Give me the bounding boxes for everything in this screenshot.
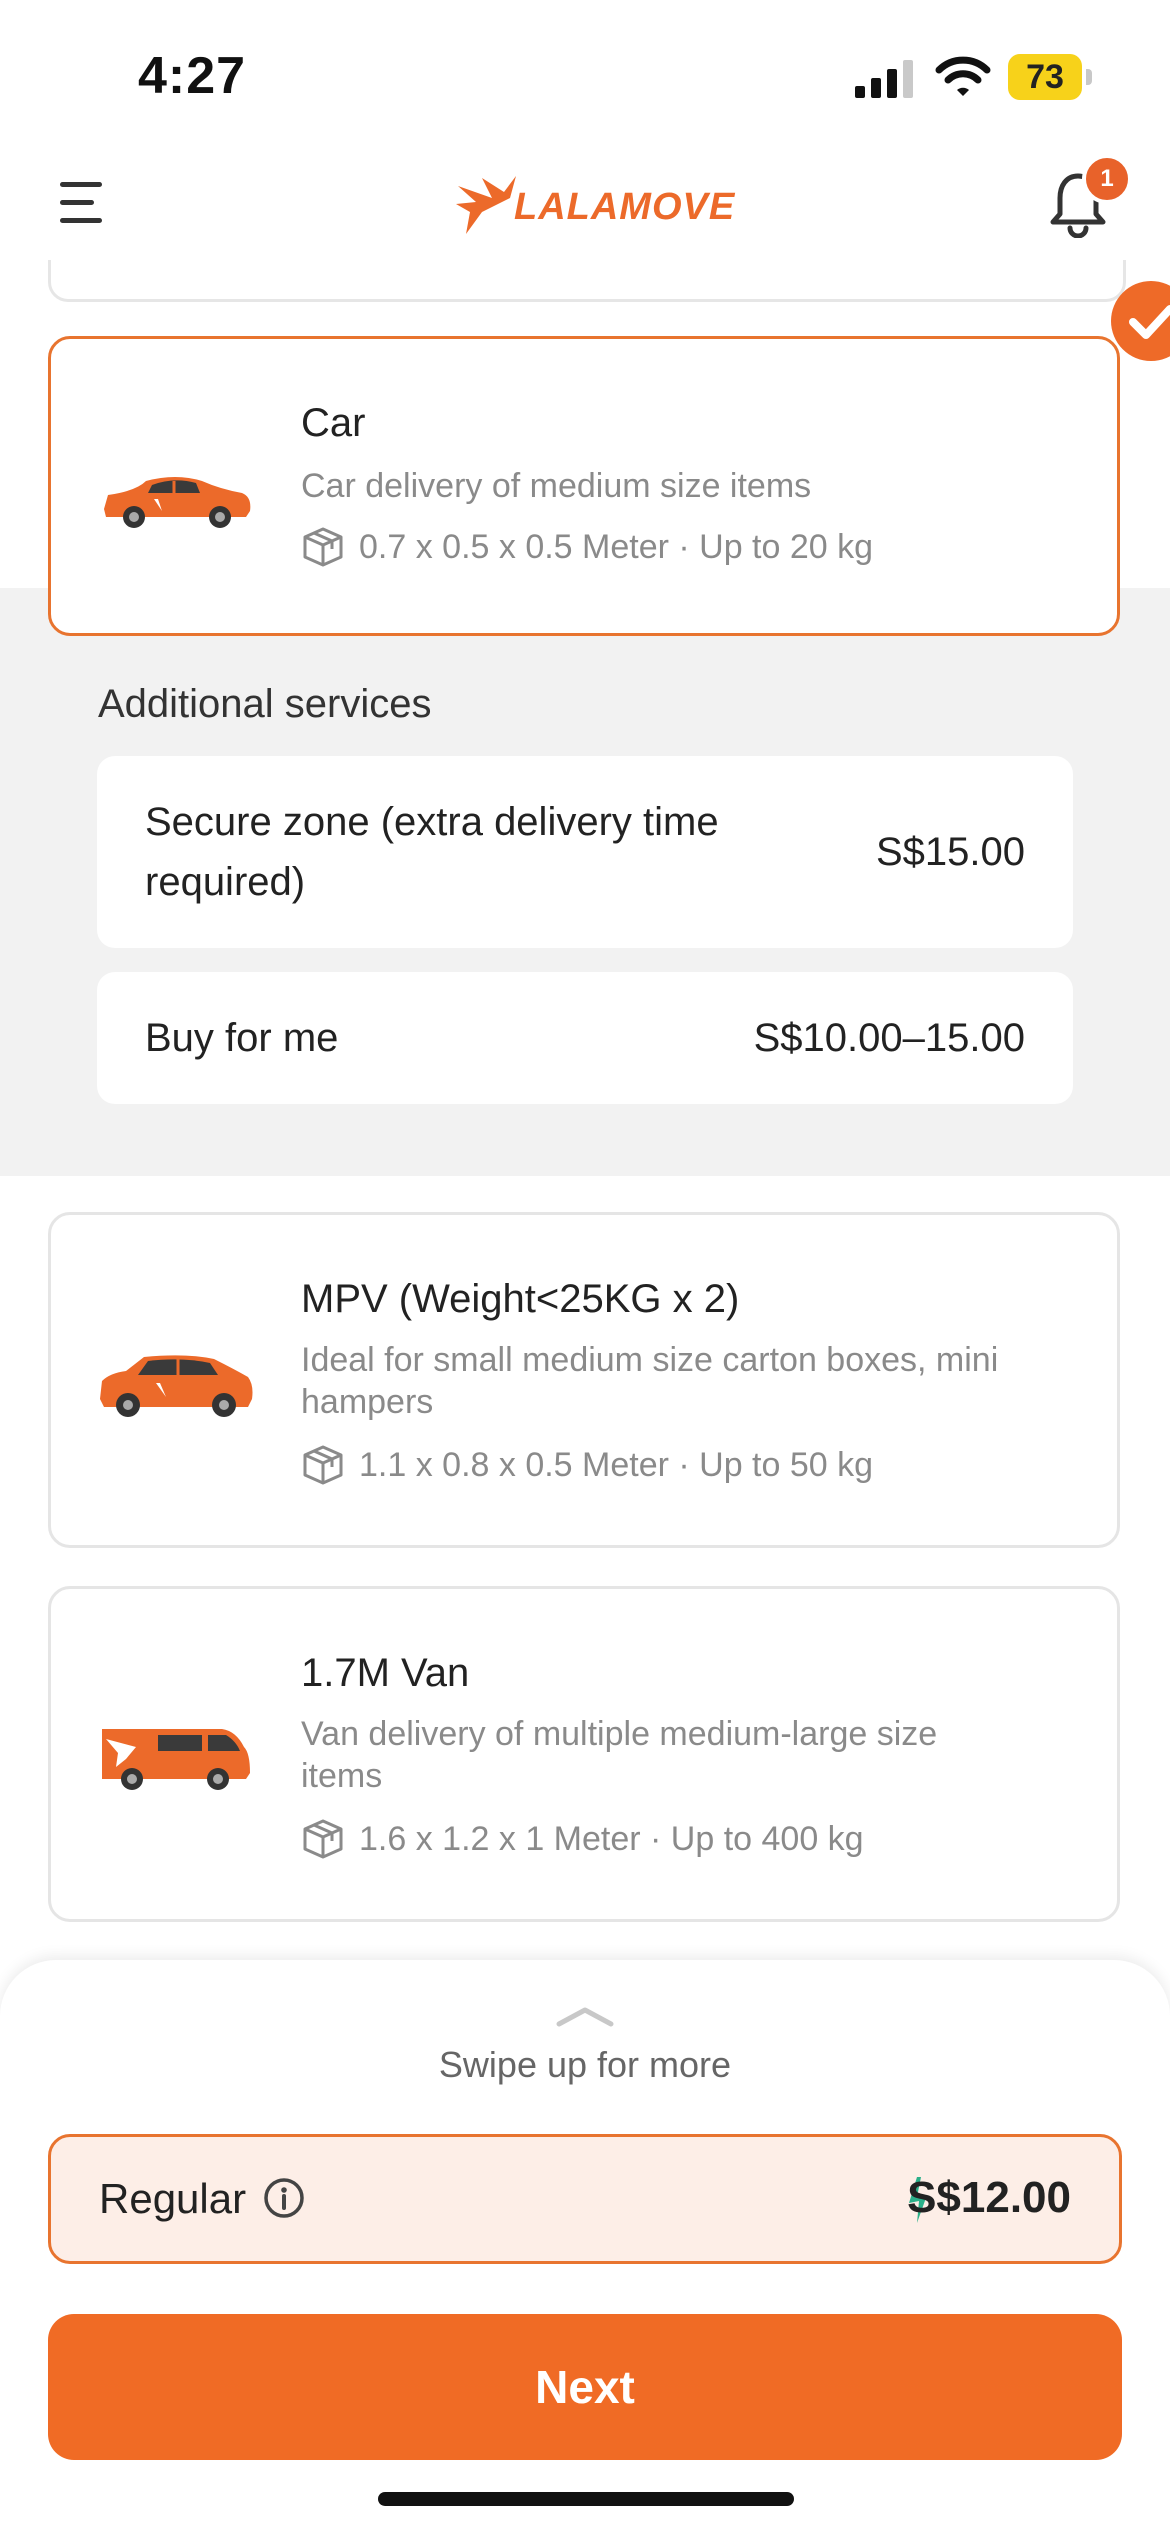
chevron-up-icon[interactable] <box>555 2004 615 2028</box>
lalamove-logo: LALAMOVE <box>452 162 736 242</box>
vehicle-list[interactable]: Car Car delivery of medium size items 0.… <box>0 260 1170 1960</box>
next-button[interactable]: Next <box>48 2314 1122 2460</box>
menu-icon[interactable] <box>60 180 106 224</box>
vehicle-card-van[interactable]: 1.7M Van Van delivery of multiple medium… <box>48 1586 1120 1922</box>
service-price: S$10.00–15.00 <box>753 1016 1025 1060</box>
vehicle-description: Car delivery of medium size items <box>301 467 812 505</box>
battery-level: 73 <box>1026 58 1064 96</box>
vehicle-spec: 0.7 x 0.5 x 0.5 Meter · Up to 20 kg <box>301 525 873 569</box>
option-price: S$12.00 <box>907 2173 1071 2222</box>
vehicle-card-car[interactable]: Car Car delivery of medium size items 0.… <box>48 281 1170 636</box>
box-icon <box>303 1819 343 1859</box>
service-label: Secure zone (extra delivery time require… <box>145 800 719 904</box>
home-indicator <box>378 2492 794 2506</box>
vehicle-spec-text: 1.6 x 1.2 x 1 Meter · Up to 400 kg <box>359 1819 864 1858</box>
app-header: LALAMOVE 1 <box>0 140 1170 260</box>
service-label: Buy for me <box>145 1016 339 1060</box>
selected-check-icon <box>1111 281 1170 361</box>
box-icon <box>303 527 343 567</box>
bottom-sheet[interactable]: Swipe up for more Regular S$12.00 Next <box>0 1960 1170 2532</box>
swipe-hint: Swipe up for more <box>438 2044 732 2085</box>
vehicle-card-partial[interactable] <box>48 260 1126 302</box>
vehicle-spec: 1.6 x 1.2 x 1 Meter · Up to 400 kg <box>301 1817 864 1861</box>
service-secure-zone[interactable]: Secure zone (extra delivery time require… <box>97 756 1073 948</box>
option-label: Regular <box>99 2175 247 2222</box>
van-image <box>102 1729 250 1790</box>
mpv-image <box>100 1355 253 1417</box>
logo-text: LALAMOVE <box>514 186 736 228</box>
vehicle-spec: 1.1 x 0.8 x 0.5 Meter · Up to 50 kg <box>301 1443 873 1487</box>
vehicle-title: 1.7M Van <box>301 1651 470 1695</box>
logo-bird-icon <box>456 176 516 234</box>
service-buy-for-me[interactable]: Buy for me S$10.00–15.00 <box>97 972 1073 1104</box>
battery-indicator: 73 <box>1008 54 1092 100</box>
vehicle-title: Car <box>301 401 366 445</box>
vehicle-description: Ideal for small medium size carton boxes… <box>301 1341 999 1421</box>
additional-services-title: Additional services <box>98 682 432 726</box>
vehicle-description: Van delivery of multiple medium-large si… <box>301 1715 938 1795</box>
notification-badge: 1 <box>1082 154 1132 204</box>
service-price: S$15.00 <box>875 830 1025 874</box>
vehicle-spec-text: 0.7 x 0.5 x 0.5 Meter · Up to 20 kg <box>359 527 874 566</box>
wifi-icon <box>935 56 991 96</box>
car-image <box>104 477 251 528</box>
vehicle-title: MPV (Weight<25KG x 2) <box>301 1277 740 1321</box>
info-icon[interactable] <box>263 2177 305 2219</box>
vehicle-spec-text: 1.1 x 0.8 x 0.5 Meter · Up to 50 kg <box>359 1445 874 1484</box>
box-icon <box>303 1445 343 1485</box>
delivery-option-regular[interactable]: Regular S$12.00 <box>48 2134 1122 2264</box>
status-time: 4:27 <box>138 47 247 105</box>
vehicle-card-mpv[interactable]: MPV (Weight<25KG x 2) Ideal for small me… <box>48 1212 1120 1548</box>
status-bar: 4:27 73 <box>0 0 1170 140</box>
signal-icon <box>855 60 913 98</box>
